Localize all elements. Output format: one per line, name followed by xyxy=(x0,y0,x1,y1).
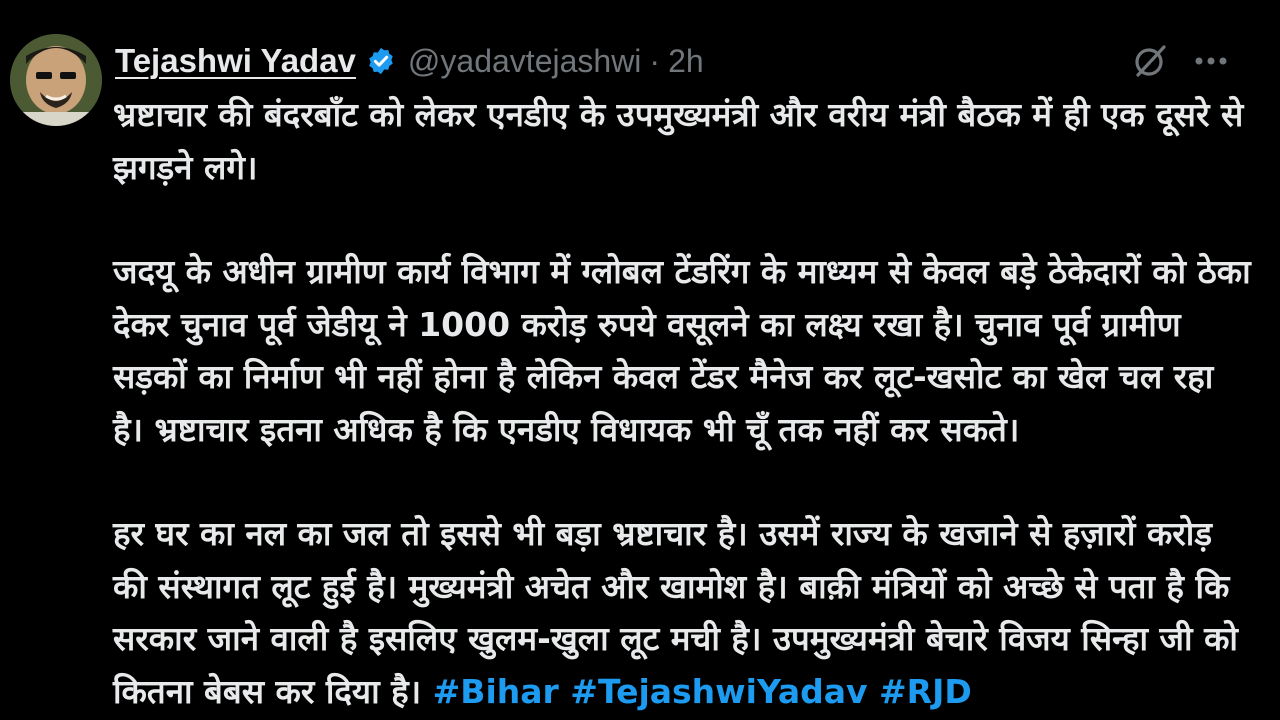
tweet-timestamp[interactable]: 2h xyxy=(668,43,704,80)
tweet-paragraph: भ्रष्टाचार की बंदरबाँट को लेकर एनडीए के … xyxy=(113,95,1255,187)
author-name[interactable]: Tejashwi Yadav xyxy=(115,42,356,80)
tweet-paragraph: जदयू के अधीन ग्रामीण कार्य विभाग में ग्ल… xyxy=(113,252,1263,449)
hashtag-bihar[interactable]: #Bihar xyxy=(433,672,559,711)
separator-dot: · xyxy=(649,42,661,79)
tweet-header: Tejashwi Yadav @yadavtejashwi · 2h xyxy=(115,38,704,84)
tweet-paragraph-last: हर घर का नल का जल तो इससे भी बड़ा भ्रष्ट… xyxy=(113,508,1253,718)
avatar[interactable] xyxy=(10,34,102,126)
grok-icon[interactable] xyxy=(1132,44,1170,78)
verified-badge-icon xyxy=(366,46,396,76)
avatar-image xyxy=(10,34,102,126)
hashtag-tejashwiyadav[interactable]: #TejashwiYadav xyxy=(570,672,867,711)
tweet-tools xyxy=(1132,44,1230,78)
author-handle[interactable]: @yadavtejashwi xyxy=(408,43,641,80)
tweet-text: भ्रष्टाचार की बंदरबाँट को लेकर एनडीए के … xyxy=(113,89,1253,718)
hashtag-rjd[interactable]: #RJD xyxy=(879,672,972,711)
tweet: Tejashwi Yadav @yadavtejashwi · 2h भ्रष्… xyxy=(0,0,1280,720)
more-icon[interactable] xyxy=(1192,44,1230,78)
